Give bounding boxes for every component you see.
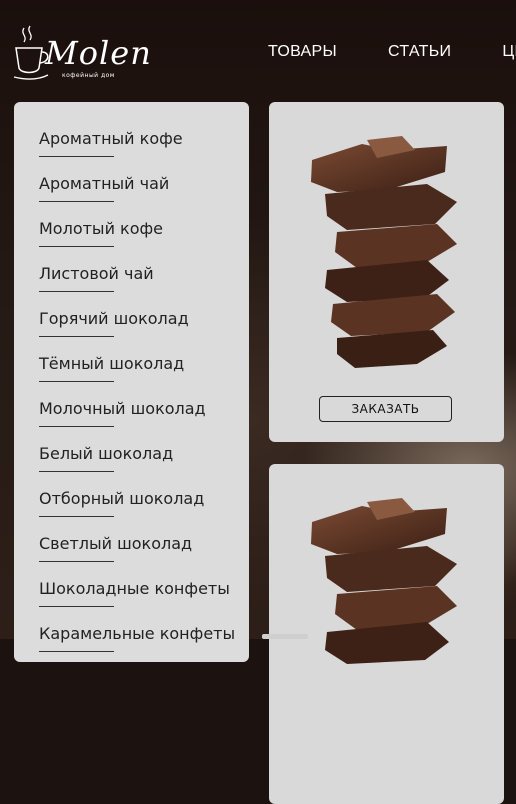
category-label: Листовой чай <box>39 264 154 283</box>
category-item[interactable]: Ароматный чай <box>39 174 249 219</box>
order-button[interactable]: ЗАКАЗАТЬ <box>319 396 452 422</box>
category-item[interactable]: Шоколадные конфеты <box>39 579 249 624</box>
category-label: Ароматный чай <box>39 174 170 193</box>
logo-tagline: кофейный дом <box>62 72 115 79</box>
category-label: Молотый кофе <box>39 219 164 238</box>
scroll-indicator <box>262 634 308 639</box>
category-label: Горячий шоколад <box>39 309 189 328</box>
category-sidebar: Ароматный кофе Ароматный чай Молотый коф… <box>14 102 249 662</box>
site-header: Molen кофейный дом ТОВАРЫ СТАТЬИ ЦЕ <box>0 0 516 100</box>
category-label: Карамельные конфеты <box>39 624 236 643</box>
chocolate-stack-image <box>311 498 457 664</box>
chocolate-stack-image <box>311 136 457 368</box>
category-item[interactable]: Горячий шоколад <box>39 309 249 354</box>
category-label: Молочный шоколад <box>39 399 206 418</box>
category-item[interactable]: Светлый шоколад <box>39 534 249 579</box>
category-label: Светлый шоколад <box>39 534 193 553</box>
category-item[interactable]: Карамельные конфеты <box>39 624 249 662</box>
nav-item-products[interactable]: ТОВАРЫ <box>268 43 337 61</box>
category-list: Ароматный кофе Ароматный чай Молотый коф… <box>14 102 249 662</box>
product-card: ЗАКАЗАТЬ <box>269 102 504 442</box>
top-nav: ТОВАРЫ СТАТЬИ ЦЕ <box>268 41 516 61</box>
category-label: Ароматный кофе <box>39 129 183 148</box>
logo[interactable]: Molen кофейный дом <box>12 22 151 86</box>
logo-wordmark: Molen <box>45 34 152 72</box>
category-item[interactable]: Тёмный шоколад <box>39 354 249 399</box>
nav-item-articles[interactable]: СТАТЬИ <box>388 43 451 61</box>
category-item[interactable]: Отборный шоколад <box>39 489 249 534</box>
category-label: Белый шоколад <box>39 444 174 463</box>
category-label: Отборный шоколад <box>39 489 205 508</box>
category-item[interactable]: Молочный шоколад <box>39 399 249 444</box>
category-item[interactable]: Ароматный кофе <box>39 129 249 174</box>
category-item[interactable]: Молотый кофе <box>39 219 249 264</box>
category-label: Шоколадные конфеты <box>39 579 230 598</box>
category-item[interactable]: Белый шоколад <box>39 444 249 489</box>
nav-item-prices[interactable]: ЦЕ <box>502 43 516 61</box>
category-label: Тёмный шоколад <box>39 354 185 373</box>
category-item[interactable]: Листовой чай <box>39 264 249 309</box>
